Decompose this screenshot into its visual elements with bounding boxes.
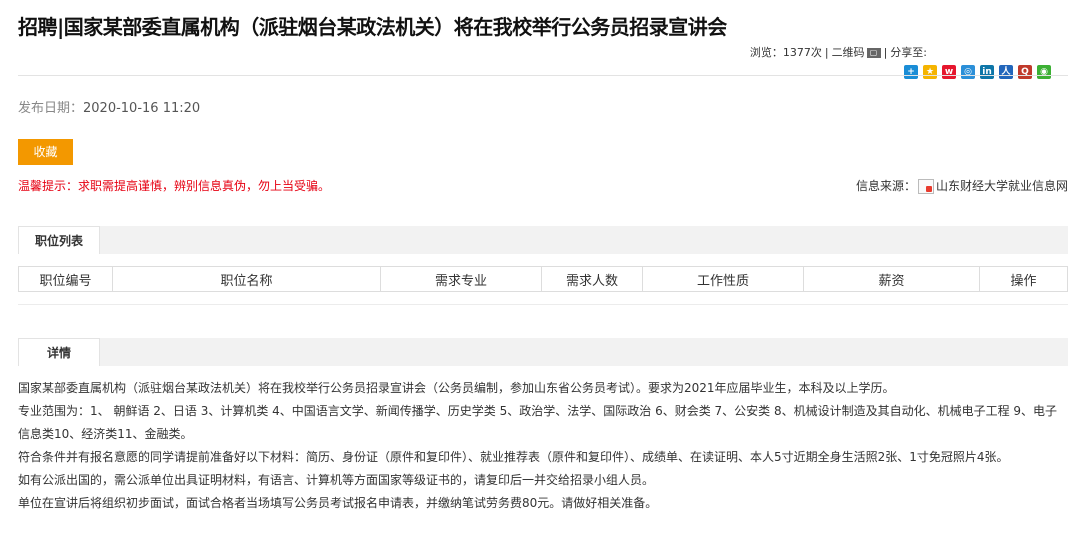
details-paragraph: 符合条件并有报名意愿的同学请提前准备好以下材料：简历、身份证（原件和复印件）、就… xyxy=(18,450,1009,464)
col-major: 需求专业 xyxy=(380,266,542,292)
qr-code-icon[interactable]: ▢ xyxy=(866,48,881,58)
source-site-icon xyxy=(917,179,934,194)
wechat-icon[interactable]: ◉ xyxy=(1037,65,1051,79)
page-meta: 浏览：1377次 | 二维码 ▢ | 分享至: xyxy=(749,46,927,59)
linkedin-icon[interactable]: in xyxy=(980,65,994,79)
favorite-button[interactable]: 收藏 xyxy=(18,139,73,165)
col-headcount: 需求人数 xyxy=(541,266,643,292)
details-paragraph: 专业范围为：1、 朝鲜语 2、日语 3、计算机类 4、中国语言文学、新闻传播学、… xyxy=(18,404,1058,441)
col-position-id: 职位编号 xyxy=(18,266,113,292)
header-divider xyxy=(18,75,1068,76)
renren-icon[interactable]: 人 xyxy=(999,65,1013,79)
publish-date-value: 2020-10-16 11:20 xyxy=(83,101,201,116)
share-plus-icon[interactable]: + xyxy=(904,65,918,79)
col-job-type: 工作性质 xyxy=(642,266,804,292)
tencent-weibo-icon[interactable]: ◎ xyxy=(961,65,975,79)
source-label: 信息来源： xyxy=(855,179,916,193)
share-label: 分享至: xyxy=(890,46,927,59)
qr-code-link[interactable]: 二维码 ▢ xyxy=(832,46,881,59)
warning-notice: 温馨提示：求职需提高谨慎，辨别信息真伪，勿上当受骗。 xyxy=(18,179,331,193)
qq-icon[interactable]: Q xyxy=(1018,65,1032,79)
qzone-icon[interactable]: ★ xyxy=(923,65,937,79)
share-icon-bar: + ★ w ◎ in 人 Q ◉ xyxy=(904,65,1051,79)
details-paragraph: 如有公派出国的，需公派单位出具证明材料，有语言、计算机等方面国家等级证书的，请复… xyxy=(18,473,655,487)
details-tabbar: 详情 xyxy=(18,338,1068,366)
details-paragraph: 单位在宣讲后将组织初步面试，面试合格者当场填写公务员考试报名申请表，并缴纳笔试劳… xyxy=(18,496,658,510)
page-title: 招聘|国家某部委直属机构（派驻烟台某政法机关）将在我校举行公务员招录宣讲会 xyxy=(18,15,727,39)
table-header-row: 职位编号 职位名称 需求专业 需求人数 工作性质 薪资 操作 xyxy=(18,266,1068,292)
positions-table: 职位编号 职位名称 需求专业 需求人数 工作性质 薪资 操作 xyxy=(18,266,1068,292)
details-content: 国家某部委直属机构（派驻烟台某政法机关）将在我校举行公务员招录宣讲会（公务员编制… xyxy=(18,377,1068,515)
info-source: 信息来源： 山东财经大学就业信息网 xyxy=(856,177,1068,194)
source-link[interactable]: 山东财经大学就业信息网 xyxy=(936,179,1068,193)
table-divider xyxy=(18,304,1068,305)
tab-positions[interactable]: 职位列表 xyxy=(18,226,100,254)
publish-date: 发布日期：2020-10-16 11:20 xyxy=(18,97,200,116)
col-salary: 薪资 xyxy=(803,266,980,292)
col-position-name: 职位名称 xyxy=(112,266,381,292)
details-paragraph: 国家某部委直属机构（派驻烟台某政法机关）将在我校举行公务员招录宣讲会（公务员编制… xyxy=(18,381,895,395)
positions-tabbar: 职位列表 xyxy=(18,226,1068,254)
weibo-icon[interactable]: w xyxy=(942,65,956,79)
tab-details[interactable]: 详情 xyxy=(18,338,100,366)
col-actions: 操作 xyxy=(979,266,1068,292)
views-count: 浏览：1377次 xyxy=(749,46,822,59)
publish-date-label: 发布日期： xyxy=(18,101,84,116)
